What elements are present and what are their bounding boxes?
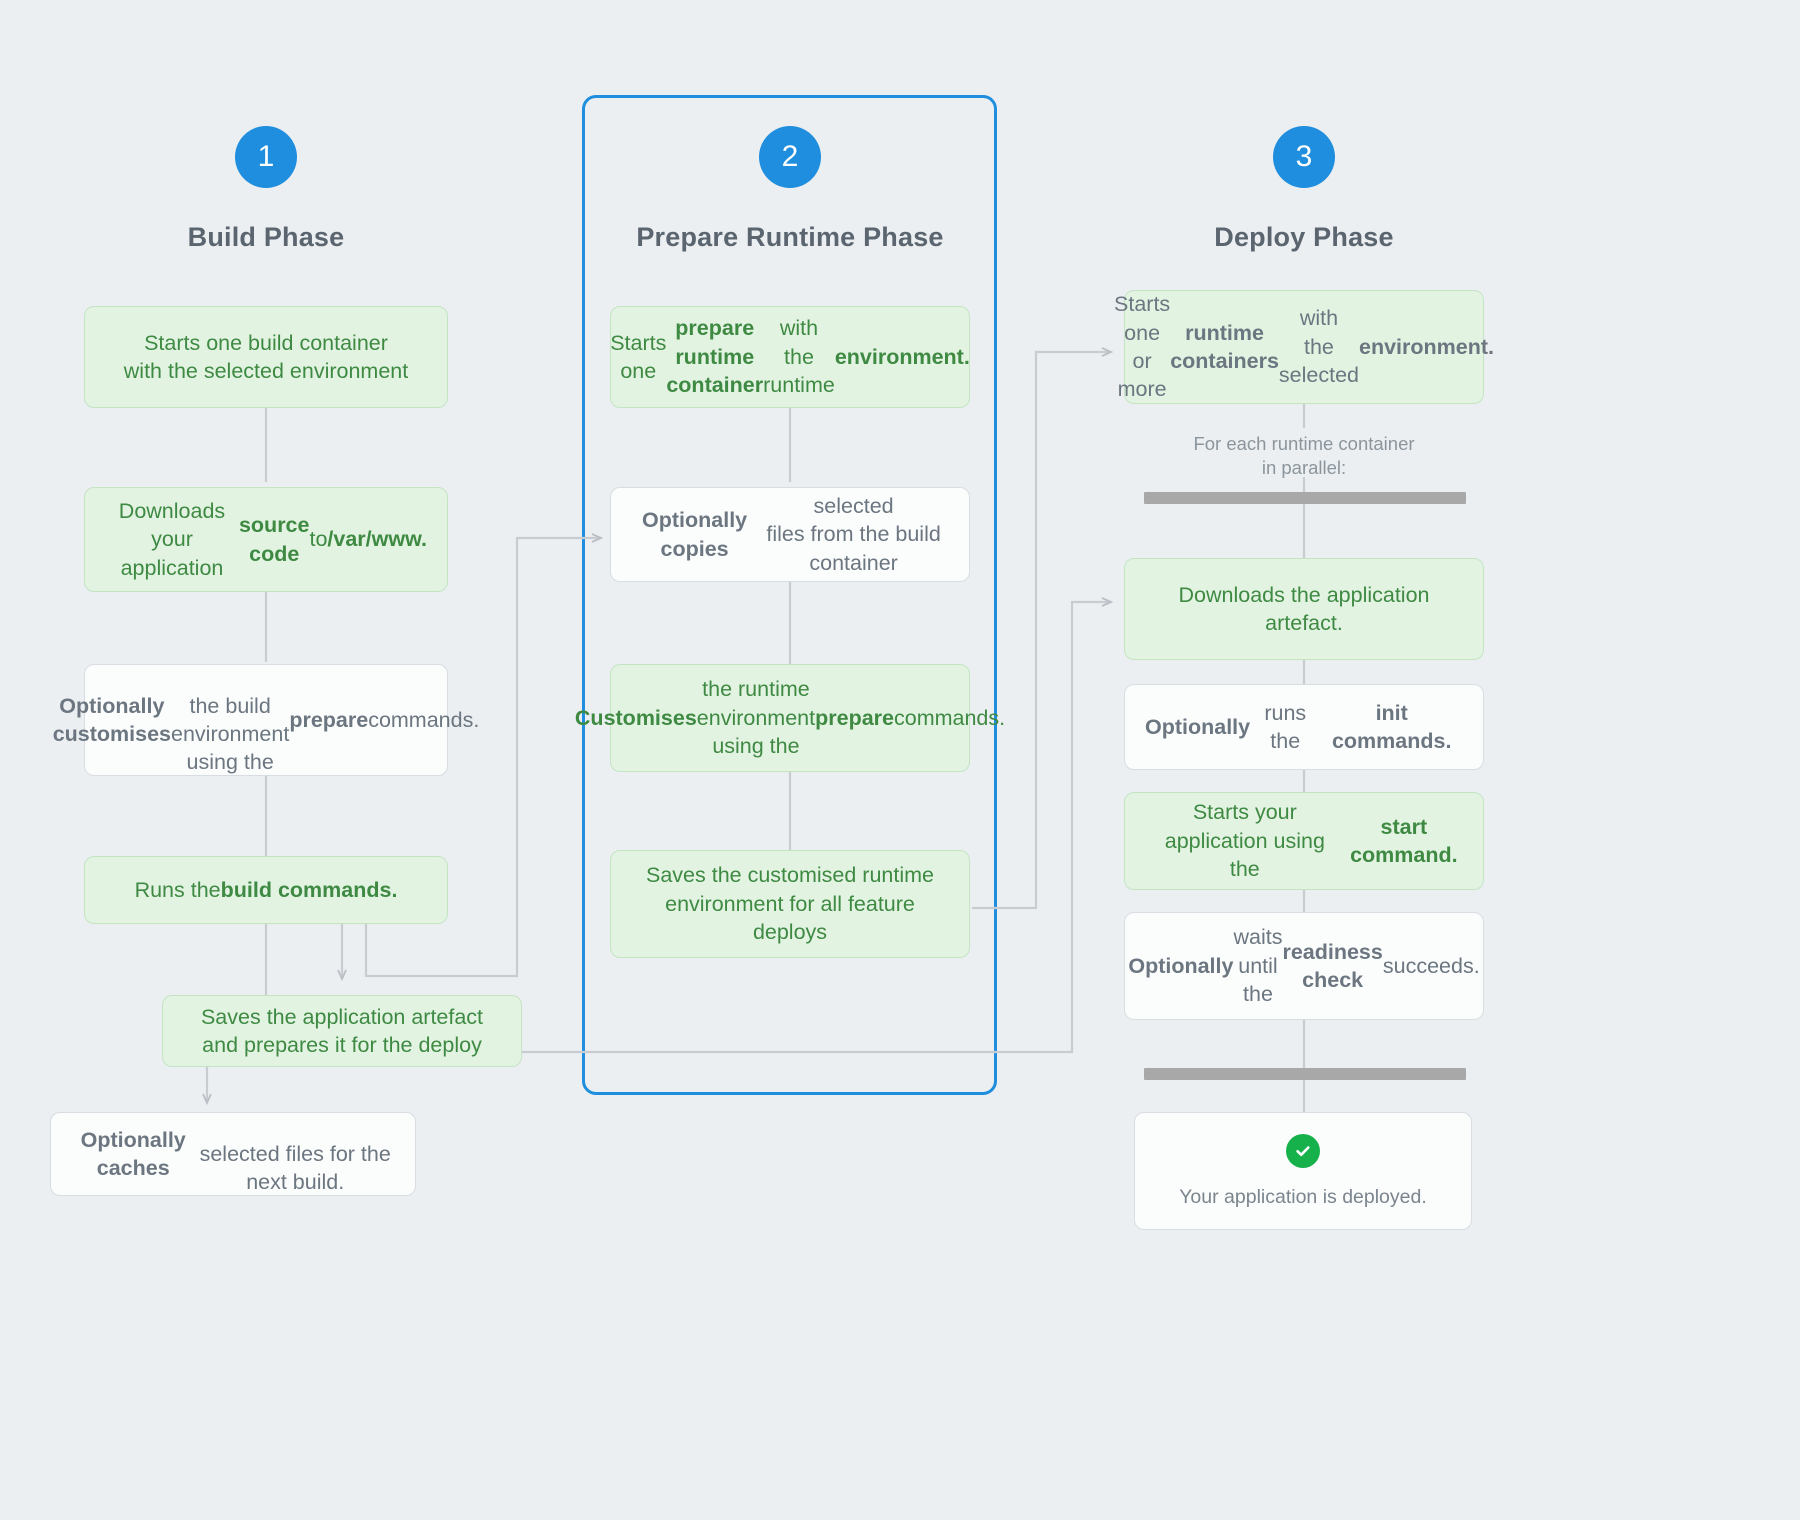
phase-title-build: Build Phase [187, 222, 345, 252]
step-box-build-saves-artefact: Saves the application artefact and prepar… [162, 995, 522, 1067]
column-header-prepare-runtime-phase: 2 Prepare Runtime Phase [580, 126, 1000, 253]
step-box-deploy-optionally-init: Optionally runs the init commands. [1124, 684, 1484, 770]
phase-title-deploy: Deploy Phase [1214, 222, 1394, 252]
check-circle-icon [1286, 1133, 1320, 1168]
step-box-prepare-saves-runtime-env: Saves the customised runtime environment … [610, 850, 970, 958]
parallel-label-line-1: For each runtime container [1193, 433, 1415, 454]
step-box-deploy-downloads-artefact: Downloads the application artefact. [1124, 558, 1484, 660]
step-box-build-starts-container: Starts one build container with the selec… [84, 306, 448, 408]
deployment-success-card: Your application is deployed. [1134, 1112, 1472, 1230]
deployment-success-message: Your application is deployed. [1179, 1185, 1427, 1208]
phase-number-badge-1: 1 [235, 126, 297, 188]
step-box-build-run-commands: Runs the build commands. [84, 856, 448, 924]
step-box-build-downloads-source: Downloads your application source code to… [84, 487, 448, 592]
step-box-prepare-optionally-copies: Optionally copies selected files from the… [610, 487, 970, 582]
parallel-join-bar [1144, 1068, 1466, 1080]
phase-number-badge-3: 3 [1273, 126, 1335, 188]
parallel-execution-label: For each runtime container in parallel: [1124, 432, 1484, 480]
phase-number-badge-2: 2 [759, 126, 821, 188]
step-box-build-optionally-caches: Optionally caches selected files for the … [50, 1112, 416, 1196]
step-box-prepare-customises: Customises the runtime environment using … [575, 664, 1005, 772]
parallel-label-line-2: in parallel: [1261, 457, 1347, 479]
step-box-deploy-starts-application: Starts your application using the start c… [1124, 792, 1484, 890]
column-header-deploy-phase: 3 Deploy Phase [1094, 126, 1514, 253]
step-box-build-optionally-customises: Optionally customises the build environme… [53, 664, 479, 776]
column-header-build-phase: 1 Build Phase [56, 126, 476, 253]
step-box-prepare-starts-container: Starts one prepare runtime container with… [610, 306, 970, 408]
step-box-deploy-readiness-check: Optionally waits until the readiness chec… [1124, 912, 1484, 1020]
phase-title-prepare-runtime: Prepare Runtime Phase [636, 222, 944, 252]
step-box-deploy-starts-runtime-containers: Starts one or more runtime containers wit… [1114, 290, 1494, 404]
flowchart-diagram: 1 Build Phase Starts one build container… [0, 0, 1800, 1520]
parallel-fork-bar [1144, 492, 1466, 504]
